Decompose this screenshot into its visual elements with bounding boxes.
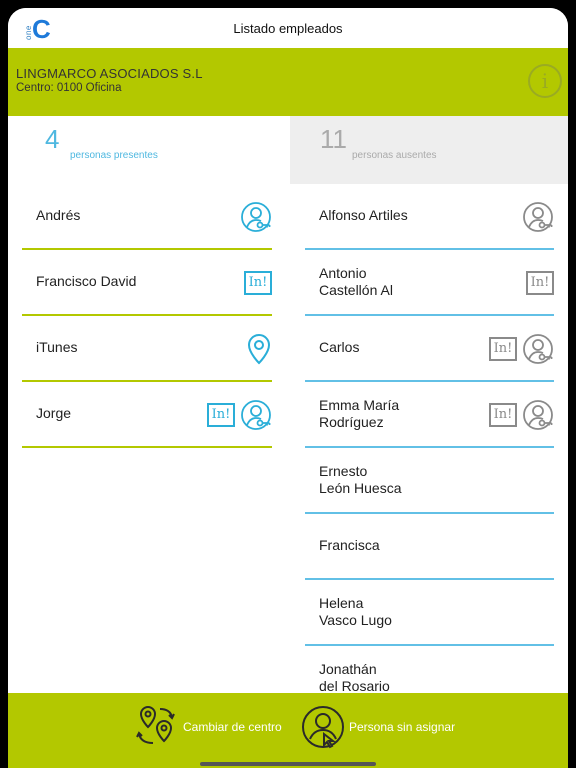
absent-employee-row[interactable]: Carlos In! <box>305 316 554 382</box>
absent-employee-row[interactable]: Emma María Rodríguez In! <box>305 382 554 448</box>
present-count: 4 <box>45 124 60 154</box>
absent-employee-row[interactable]: Alfonso Artiles <box>305 184 554 250</box>
employee-name: Jonathán del Rosario <box>319 661 390 694</box>
in-stamp-icon: In! <box>526 271 554 295</box>
row-divider <box>22 446 272 448</box>
employee-name: Antonio Castellón Al <box>319 265 393 298</box>
unassigned-person-button[interactable]: Persona sin asignar <box>349 720 455 734</box>
person-key-icon <box>241 202 271 232</box>
absent-label: personas ausentes <box>352 150 437 161</box>
employee-name: Francisca <box>319 537 380 553</box>
present-employee-row[interactable]: Jorge In! <box>22 382 272 448</box>
employee-name: Alfonso Artiles <box>319 207 408 223</box>
person-key-icon <box>523 334 553 364</box>
present-label: personas presentes <box>70 150 158 161</box>
person-key-icon <box>523 202 553 232</box>
tab-present[interactable]: 4 personas presentes <box>8 116 290 184</box>
present-employee-row[interactable]: Francisco David In! <box>22 250 272 316</box>
present-employee-row[interactable]: Andrés <box>22 184 272 250</box>
company-name: LINGMARCO ASOCIADOS S.L <box>16 66 203 81</box>
change-center-button[interactable]: Cambiar de centro <box>183 720 282 734</box>
present-employee-row[interactable]: iTunes <box>22 316 272 382</box>
in-stamp-icon: In! <box>489 403 517 427</box>
employee-name: Ernesto León Huesca <box>319 463 402 496</box>
absent-employee-row[interactable]: Francisca <box>305 514 554 580</box>
person-key-icon <box>241 400 271 430</box>
company-header: LINGMARCO ASOCIADOS S.L Centro: 0100 Ofi… <box>8 48 568 116</box>
change-center-icon[interactable] <box>135 703 181 749</box>
absent-employee-row[interactable]: Ernesto León Huesca <box>305 448 554 514</box>
unassigned-person-icon[interactable] <box>300 704 346 750</box>
info-icon[interactable]: i <box>528 64 562 98</box>
absent-count: 11 <box>320 124 347 154</box>
employee-name: Helena Vasco Lugo <box>319 595 392 628</box>
employee-name: Carlos <box>319 339 360 355</box>
employee-name: Jorge <box>36 405 72 421</box>
location-pin-icon <box>247 333 271 365</box>
in-stamp-icon: In! <box>244 271 272 295</box>
company-center: Centro: 0100 Oficina <box>16 82 122 94</box>
absent-employee-row[interactable]: Helena Vasco Lugo <box>305 580 554 646</box>
employee-name: iTunes <box>36 339 78 355</box>
tab-absent[interactable]: 11 personas ausentes <box>290 116 568 184</box>
home-indicator <box>200 762 376 766</box>
in-stamp-icon: In! <box>207 403 235 427</box>
bottom-toolbar: Cambiar de centro Persona sin asignar <box>8 693 568 768</box>
in-stamp-icon: In! <box>489 337 517 361</box>
absent-employee-row[interactable]: Antonio Castellón Al In! <box>305 250 554 316</box>
employee-name: Emma María Rodríguez <box>319 397 400 430</box>
person-key-icon <box>523 400 553 430</box>
employee-name: Andrés <box>36 207 81 223</box>
app-screen: one C Listado empleados LINGMARCO ASOCIA… <box>8 8 568 768</box>
page-title: Listado empleados <box>233 21 343 36</box>
employee-name: Francisco David <box>36 273 137 289</box>
navigation-bar: one C Listado empleados <box>8 8 568 48</box>
